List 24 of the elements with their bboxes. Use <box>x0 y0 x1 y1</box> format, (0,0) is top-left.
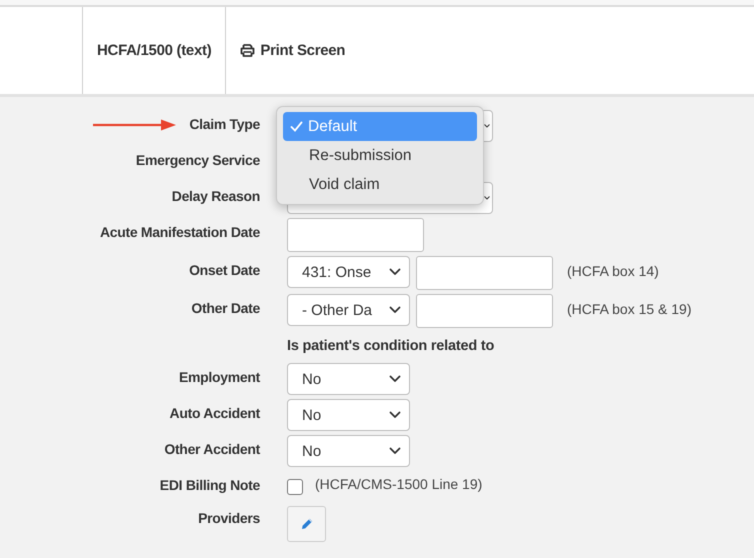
print-screen-link[interactable]: Print Screen <box>240 42 346 59</box>
field-note: (HCFA box 14) <box>567 262 659 279</box>
field-label: Delay Reason <box>172 188 260 204</box>
field-label: Other Date <box>191 300 260 316</box>
field-label: Claim Type <box>189 116 260 132</box>
select-field[interactable]: 431: Onse <box>287 256 410 288</box>
field-label: Employment <box>178 369 260 385</box>
field-label: Auto Accident <box>170 405 260 421</box>
field-label: Onset Date <box>189 262 260 278</box>
select-field[interactable]: - Other Da <box>287 294 410 326</box>
field-note: (HCFA box 15 & 19) <box>567 300 692 317</box>
select-field[interactable]: No <box>287 399 410 431</box>
field-note: (HCFA/CMS-1500 Line 19) <box>315 475 482 492</box>
section-heading: Is patient's condition related to <box>287 337 494 354</box>
select-field[interactable]: No <box>287 363 410 395</box>
field-label: Emergency Service <box>136 152 260 168</box>
field-label: Other Accident <box>164 441 260 457</box>
field-label: Providers <box>198 510 260 526</box>
dropdown-option[interactable]: Void claim <box>283 170 477 199</box>
field-label: Acute Manifestation Date <box>100 224 260 240</box>
field-label: EDI Billing Note <box>160 477 260 493</box>
select-field[interactable]: No <box>287 435 410 467</box>
hcfa-link[interactable]: HCFA/1500 (text) <box>97 42 212 59</box>
dropdown-option[interactable]: Re-submission <box>283 141 477 170</box>
